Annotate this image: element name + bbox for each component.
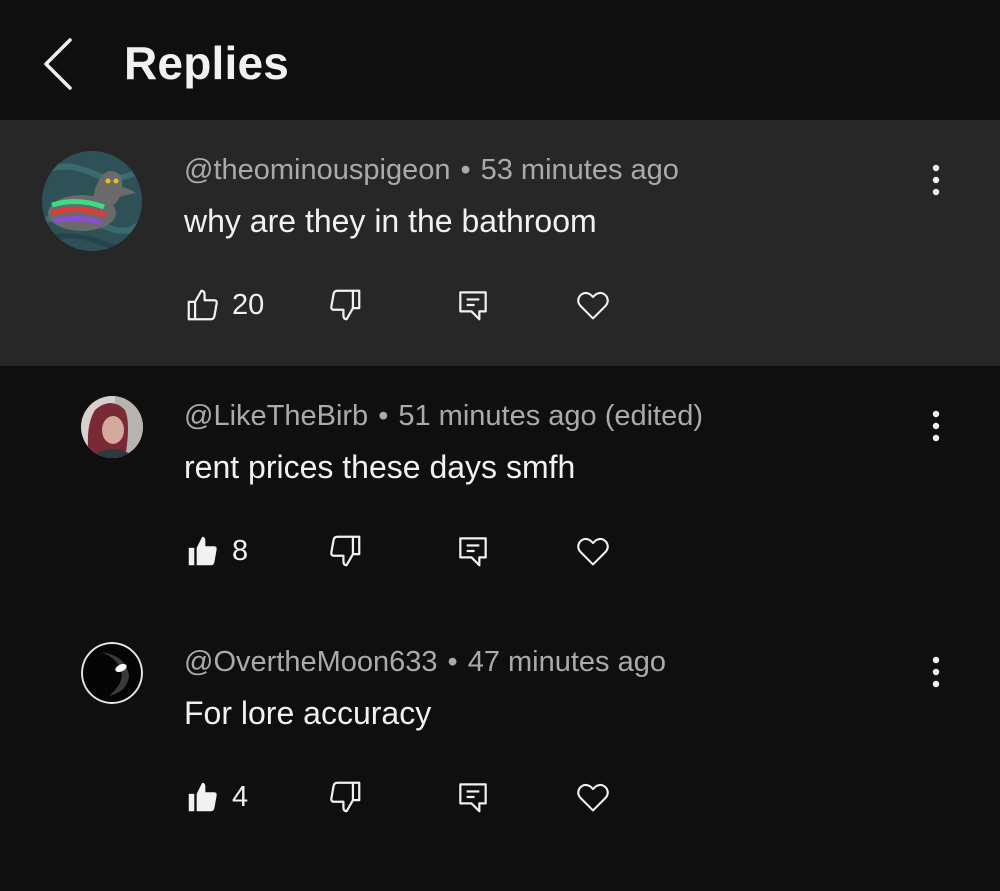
user-photo-avatar-image	[81, 396, 143, 458]
comment-text: why are they in the bathroom	[184, 203, 597, 239]
avatar[interactable]	[42, 151, 142, 251]
thumbs-down-icon	[330, 535, 361, 567]
reply-button[interactable]	[454, 529, 492, 573]
like-count: 4	[232, 780, 249, 813]
thumbs-down-icon	[330, 289, 361, 321]
author-name[interactable]: @theominouspigeon	[184, 154, 450, 186]
thumbs-up-filled-icon	[188, 536, 217, 566]
comment-text: For lore accuracy	[184, 695, 432, 731]
timestamp: 53 minutes ago	[480, 154, 679, 186]
meta-separator: •	[460, 154, 471, 186]
comment-actions: 8	[184, 529, 644, 573]
like-button[interactable]: 8	[184, 529, 248, 573]
author-name[interactable]: @LikeTheBirb	[184, 400, 368, 432]
reply-button[interactable]	[454, 283, 492, 327]
comment-icon	[459, 537, 487, 567]
page-title: Replies	[124, 37, 290, 89]
dislike-button[interactable]	[326, 775, 364, 819]
comment-actions: 4	[184, 775, 644, 819]
heart-icon	[577, 291, 609, 320]
meta-separator: •	[378, 400, 389, 432]
more-vertical-icon	[932, 164, 940, 196]
reply-comment: @LikeTheBirb • 51 minutes ago (edited) ren…	[0, 366, 1000, 612]
like-button[interactable]: 20	[184, 283, 264, 327]
header: Replies	[0, 0, 1000, 120]
more-vertical-icon	[932, 410, 940, 442]
avatar[interactable]	[81, 396, 143, 458]
comment-meta: @LikeTheBirb • 51 minutes ago (edited)	[184, 400, 703, 433]
reply-comment: @OvertheMoon633 • 47 minutes ago For lore …	[0, 612, 1000, 858]
heart-icon	[577, 783, 609, 812]
pigeon-avatar-image	[42, 151, 142, 251]
heart-icon	[577, 537, 609, 566]
like-count: 20	[232, 288, 265, 321]
comment-meta: @theominouspigeon • 53 minutes ago	[184, 154, 679, 187]
comment-text: rent prices these days smfh	[184, 449, 576, 485]
heart-button[interactable]	[574, 529, 612, 573]
timestamp: 51 minutes ago (edited)	[398, 400, 704, 432]
moon-avatar-image	[81, 642, 143, 704]
thumbs-up-icon	[187, 289, 218, 321]
parent-comment: @theominouspigeon • 53 minutes ago why are…	[0, 120, 1000, 366]
author-name[interactable]: @OvertheMoon633	[184, 646, 438, 678]
chevron-left-icon	[44, 38, 72, 90]
more-options-button[interactable]	[920, 158, 952, 202]
thumbs-up-filled-icon	[188, 782, 217, 812]
comment-meta: @OvertheMoon633 • 47 minutes ago	[184, 646, 666, 679]
dislike-button[interactable]	[326, 283, 364, 327]
dislike-button[interactable]	[326, 529, 364, 573]
back-button[interactable]	[36, 32, 84, 96]
meta-separator: •	[447, 646, 458, 678]
heart-button[interactable]	[574, 283, 612, 327]
comment-actions: 20	[184, 283, 644, 327]
more-options-button[interactable]	[920, 404, 952, 448]
comment-icon	[459, 291, 487, 321]
like-button[interactable]: 4	[184, 775, 248, 819]
thumbs-down-icon	[330, 781, 361, 813]
like-count: 8	[232, 534, 249, 567]
more-options-button[interactable]	[920, 650, 952, 694]
timestamp: 47 minutes ago	[467, 646, 666, 678]
reply-button[interactable]	[454, 775, 492, 819]
heart-button[interactable]	[574, 775, 612, 819]
avatar[interactable]	[81, 642, 143, 704]
comment-icon	[459, 783, 487, 813]
more-vertical-icon	[932, 656, 940, 688]
